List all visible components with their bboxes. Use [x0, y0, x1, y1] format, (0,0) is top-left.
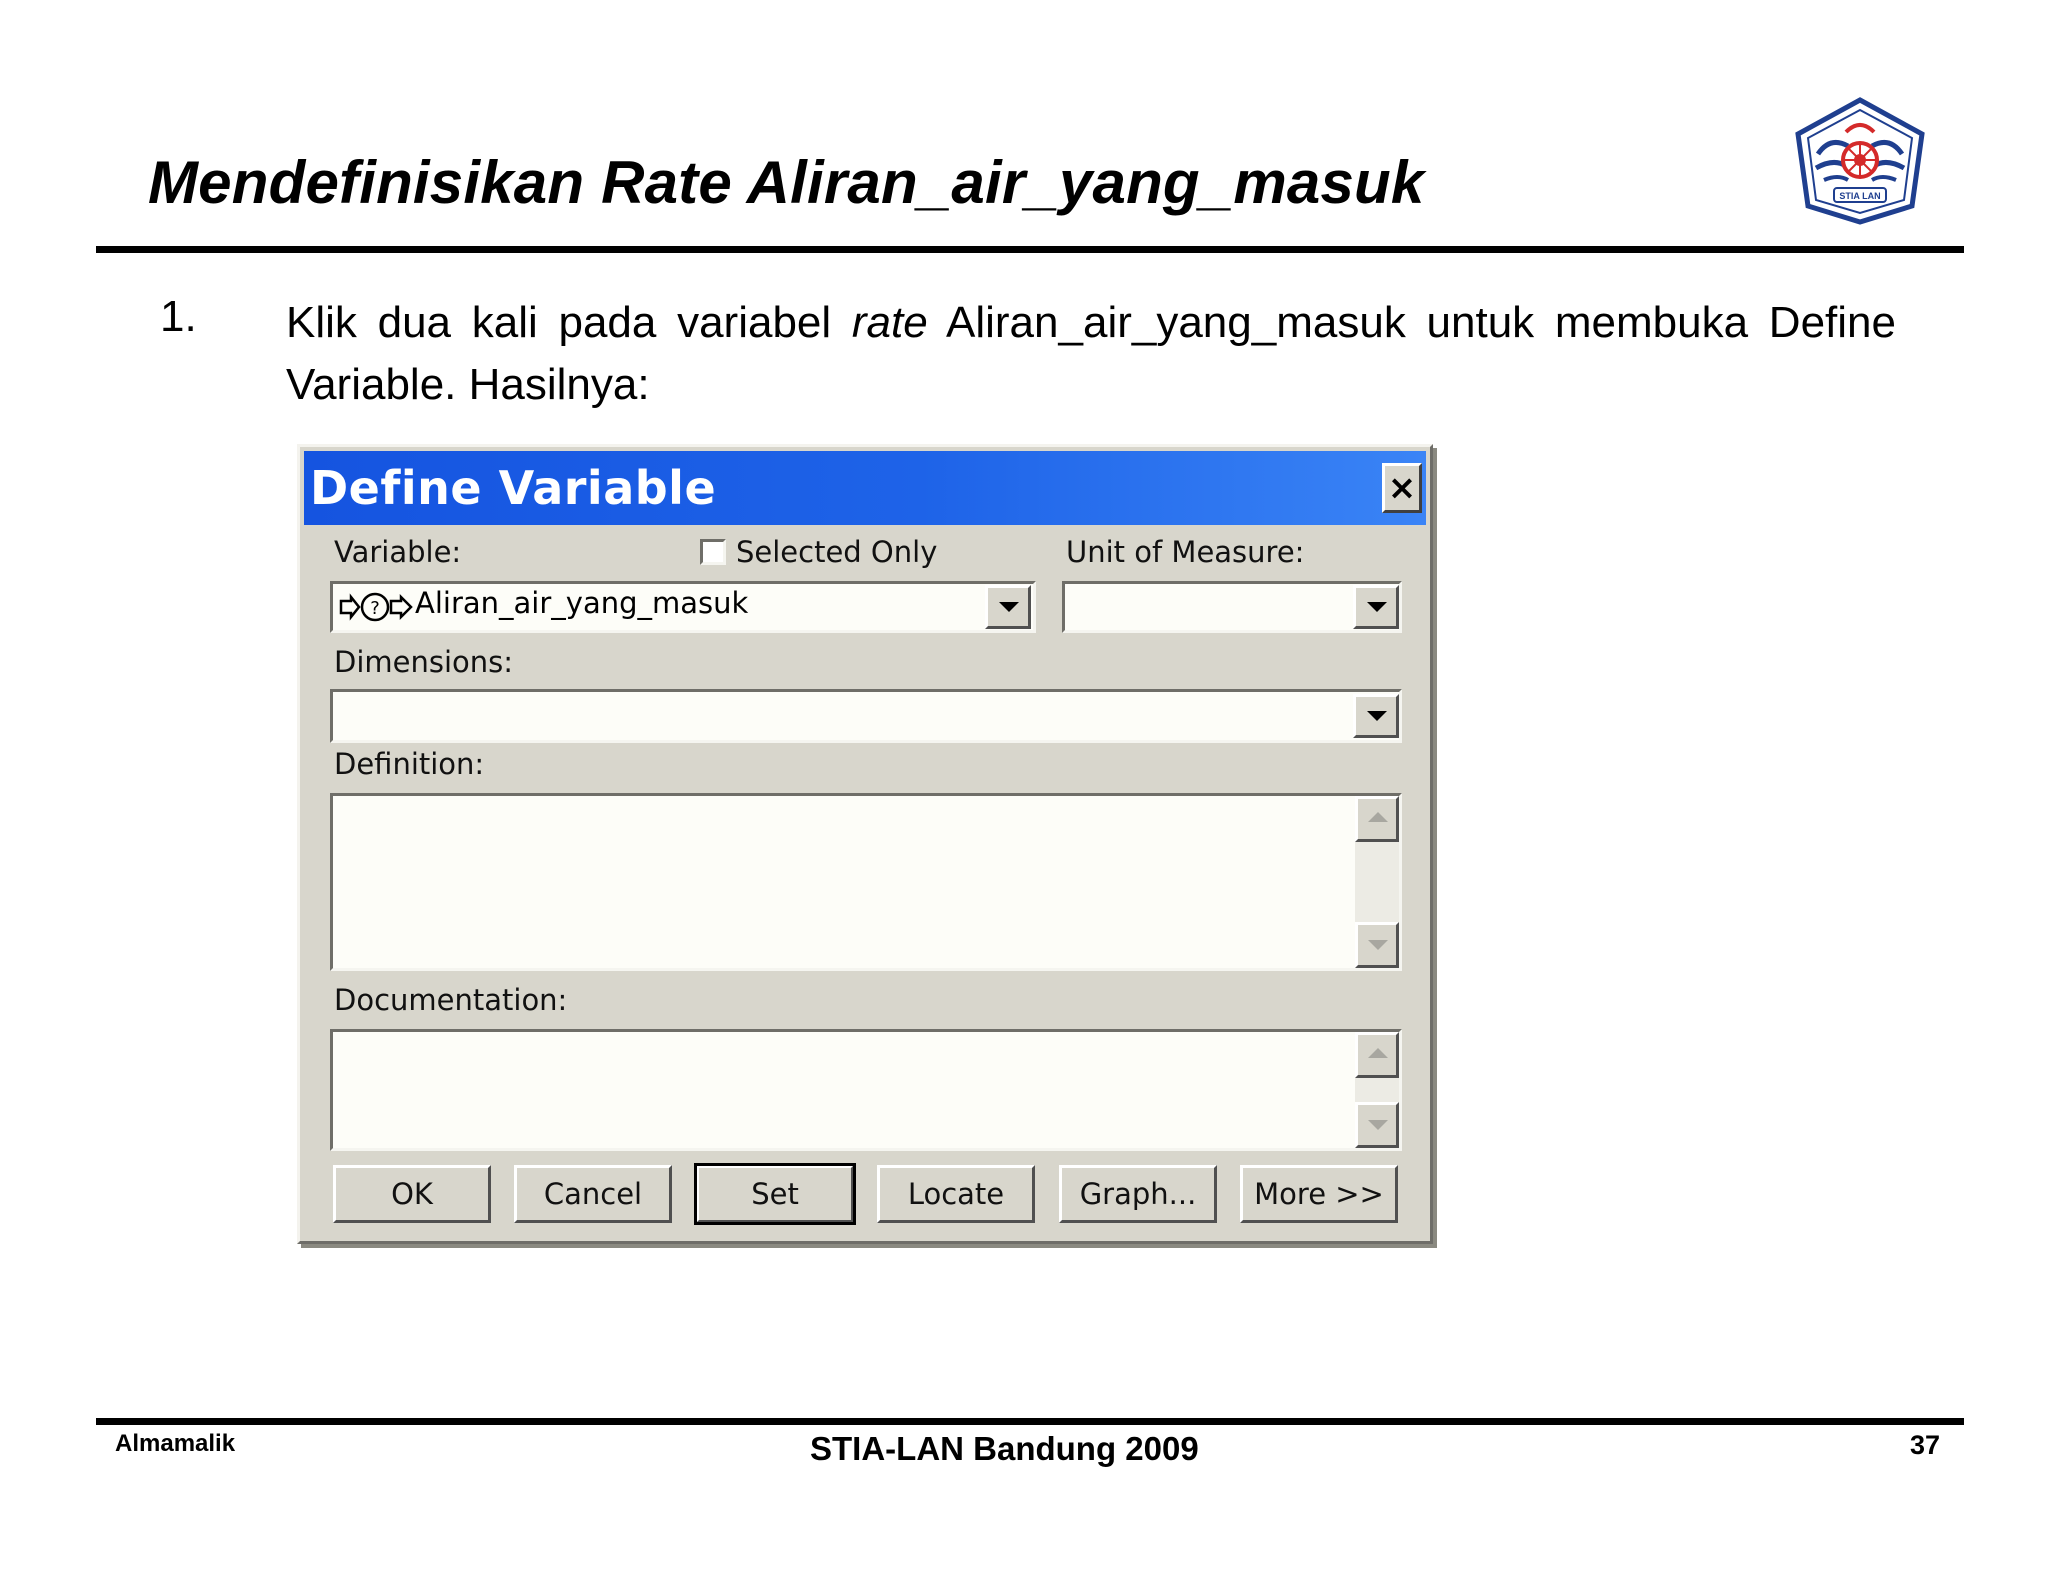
step-text-italic: rate — [851, 298, 928, 347]
page-number: 37 — [1910, 1430, 1941, 1460]
title-divider — [96, 246, 1964, 253]
definition-textarea[interactable] — [330, 793, 1402, 971]
more-button[interactable]: More >> — [1240, 1165, 1398, 1223]
define-variable-dialog: Define Variable × Variable: Selected Onl… — [297, 444, 1433, 1244]
ok-button[interactable]: OK — [333, 1165, 491, 1223]
scroll-down-icon[interactable] — [1355, 922, 1399, 968]
slide-title: Mendefinisikan Rate Aliran_air_yang_masu… — [148, 149, 1425, 216]
documentation-label: Documentation: — [334, 983, 568, 1017]
dimensions-dropdown-button[interactable] — [1353, 694, 1399, 738]
variable-label: Variable: — [334, 535, 462, 569]
documentation-scrollbar[interactable] — [1355, 1032, 1399, 1148]
step-instruction: Klik dua kali pada variabel rate Aliran_… — [286, 292, 1896, 416]
step-number: 1. — [160, 292, 197, 341]
dialog-title: Define Variable — [310, 461, 717, 515]
documentation-textarea[interactable] — [330, 1029, 1402, 1151]
graph-button[interactable]: Graph... — [1059, 1165, 1217, 1223]
definition-label: Definition: — [334, 747, 485, 781]
definition-scrollbar[interactable] — [1355, 796, 1399, 968]
logo-text: STIA LAN — [1839, 191, 1880, 201]
variable-combo[interactable]: ? Aliran_air_yang_masuk — [330, 581, 1036, 633]
set-button[interactable]: Set — [694, 1163, 856, 1225]
scroll-up-icon[interactable] — [1355, 1032, 1399, 1078]
unit-of-measure-label: Unit of Measure: — [1066, 535, 1305, 569]
footer-author: Almamalik — [115, 1430, 236, 1457]
dimensions-label: Dimensions: — [334, 645, 514, 679]
unit-dropdown-button[interactable] — [1353, 585, 1399, 629]
footer-divider — [96, 1418, 1964, 1425]
footer-institution: STIA-LAN Bandung 2009 — [810, 1430, 1199, 1467]
close-icon: × — [1387, 468, 1417, 508]
rate-variable-icon: ? — [339, 592, 413, 622]
variable-dropdown-button[interactable] — [985, 585, 1031, 629]
locate-button[interactable]: Locate — [877, 1165, 1035, 1223]
dialog-titlebar[interactable]: Define Variable × — [304, 451, 1426, 525]
emblem-logo-icon: STIA LAN — [1795, 97, 1925, 225]
dimensions-combo[interactable] — [330, 689, 1402, 743]
scroll-up-icon[interactable] — [1355, 796, 1399, 842]
close-button[interactable]: × — [1382, 463, 1422, 513]
step-text-before: Klik dua kali pada variabel — [286, 298, 852, 347]
variable-value: Aliran_air_yang_masuk — [415, 586, 749, 620]
scroll-down-icon[interactable] — [1355, 1102, 1399, 1148]
svg-text:?: ? — [370, 598, 380, 619]
selected-only-label[interactable]: Selected Only — [736, 535, 937, 569]
cancel-button[interactable]: Cancel — [514, 1165, 672, 1223]
unit-of-measure-combo[interactable] — [1062, 581, 1402, 633]
selected-only-checkbox[interactable] — [700, 539, 726, 565]
